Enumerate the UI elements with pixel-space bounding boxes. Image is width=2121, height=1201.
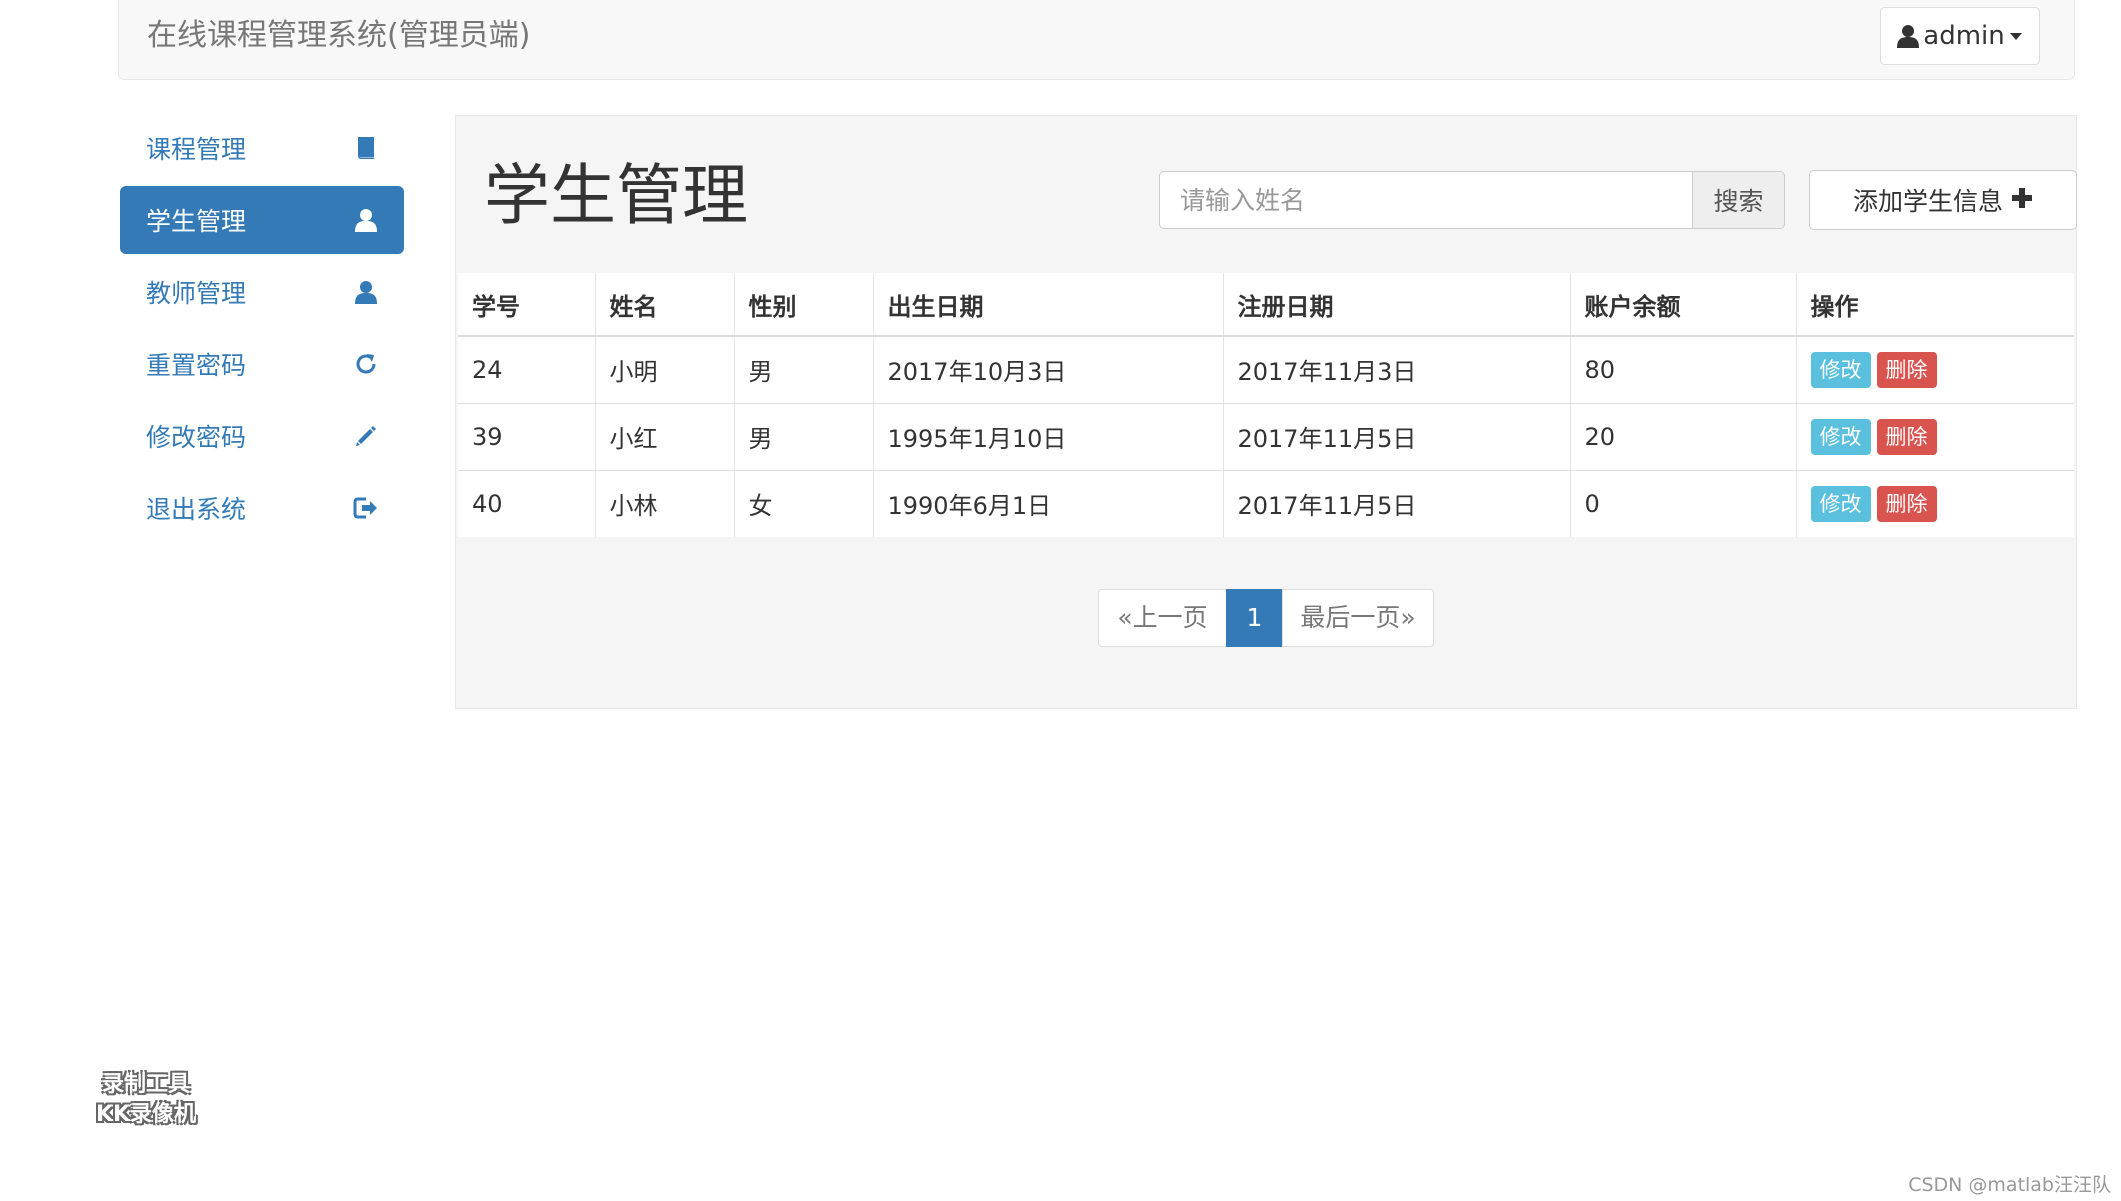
sidebar-item-logout[interactable]: 退出系统 [120,474,404,542]
table-header-row: 学号 姓名 性别 出生日期 注册日期 账户余额 操作 [458,273,2074,337]
user-menu-button[interactable]: admin [1880,7,2040,65]
table-row: 39 小红 男 1995年1月10日 2017年11月5日 20 修改 删除 [458,403,2074,471]
sidebar-item-course[interactable]: 课程管理 [120,114,404,182]
cell-name: 小林 [595,470,735,537]
sidebar-item-label: 重置密码 [146,351,247,380]
cell-balance: 20 [1570,403,1797,471]
refresh-icon [352,350,380,378]
pencil-icon [352,422,380,450]
edit-button[interactable]: 修改 [1810,418,1871,455]
search-button[interactable]: 搜索 [1692,171,1785,229]
sidebar-item-label: 教师管理 [146,279,247,308]
book-icon [352,134,380,162]
main-panel: 学生管理 搜索 添加学生信息 学号 [455,115,2077,709]
cell-gender: 男 [734,336,874,404]
sidebar-item-teacher[interactable]: 教师管理 [120,258,404,326]
cell-actions: 修改 删除 [1796,336,2074,404]
cell-birth: 1990年6月1日 [873,470,1224,537]
sidebar-item-label: 修改密码 [146,423,247,452]
cell-id: 39 [458,403,596,471]
cell-name: 小明 [595,336,735,404]
cell-birth: 2017年10月3日 [873,336,1224,404]
page-title: 学生管理 [484,157,748,234]
sidebar-item-label: 退出系统 [146,495,247,524]
cell-register: 2017年11月3日 [1223,336,1571,404]
logout-icon [352,494,380,522]
search-group: 搜索 [1159,171,1785,229]
plus-icon [2011,187,2033,213]
user-icon [1897,24,1920,48]
cell-gender: 女 [734,470,874,537]
cell-gender: 男 [734,403,874,471]
user-icon [352,278,380,306]
source-credit: CSDN @matlab汪汪队 [1908,1174,2111,1196]
watermark-line2: KK录像机 [95,1102,197,1127]
student-table: 学号 姓名 性别 出生日期 注册日期 账户余额 操作 24 小明 男 2017年… [458,273,2074,537]
add-student-label: 添加学生信息 [1852,187,2003,216]
sidebar-item-change-password[interactable]: 修改密码 [120,402,404,470]
pagination-last[interactable]: 最后一页» [1282,589,1434,647]
recorder-watermark: 录制工具 KK录像机 [80,1070,212,1130]
caret-down-icon [2009,31,2023,41]
cell-register: 2017年11月5日 [1223,470,1571,537]
cell-actions: 修改 删除 [1796,403,2074,471]
watermark-line1: 录制工具 [101,1072,190,1097]
cell-id: 24 [458,336,596,404]
pagination: «上一页 1 最后一页» [1098,589,1434,647]
user-name: admin [1923,21,2005,51]
sidebar-item-label: 学生管理 [146,207,247,236]
column-header-register[interactable]: 注册日期 [1223,273,1571,337]
top-navbar: 在线课程管理系统(管理员端) admin [118,0,2075,80]
table-row: 40 小林 女 1990年6月1日 2017年11月5日 0 修改 删除 [458,470,2074,537]
edit-button[interactable]: 修改 [1810,351,1871,388]
sidebar-item-student[interactable]: 学生管理 [120,186,404,254]
column-header-id[interactable]: 学号 [458,273,596,337]
app-brand[interactable]: 在线课程管理系统(管理员端) [147,16,530,56]
delete-button[interactable]: 删除 [1876,485,1937,522]
delete-button[interactable]: 删除 [1876,351,1937,388]
search-input[interactable] [1159,171,1692,229]
column-header-birth[interactable]: 出生日期 [873,273,1224,337]
cell-actions: 修改 删除 [1796,470,2074,537]
pagination-prev[interactable]: «上一页 [1098,589,1227,647]
cell-balance: 0 [1570,470,1797,537]
cell-register: 2017年11月5日 [1223,403,1571,471]
user-icon [352,206,380,234]
cell-id: 40 [458,470,596,537]
edit-button[interactable]: 修改 [1810,485,1871,522]
cell-name: 小红 [595,403,735,471]
cell-balance: 80 [1570,336,1797,404]
delete-button[interactable]: 删除 [1876,418,1937,455]
column-header-actions: 操作 [1796,273,2074,337]
sidebar-item-label: 课程管理 [146,135,247,164]
column-header-gender[interactable]: 性别 [734,273,874,337]
sidebar-nav: 课程管理 学生管理 教师管理 重置密码 修改密码 退出系统 [120,114,404,546]
column-header-balance[interactable]: 账户余额 [1570,273,1797,337]
table-row: 24 小明 男 2017年10月3日 2017年11月3日 80 修改 删除 [458,336,2074,404]
pagination-page-current[interactable]: 1 [1226,589,1283,647]
add-student-button[interactable]: 添加学生信息 [1809,170,2077,230]
cell-birth: 1995年1月10日 [873,403,1224,471]
column-header-name[interactable]: 姓名 [595,273,735,337]
sidebar-item-reset-password[interactable]: 重置密码 [120,330,404,398]
